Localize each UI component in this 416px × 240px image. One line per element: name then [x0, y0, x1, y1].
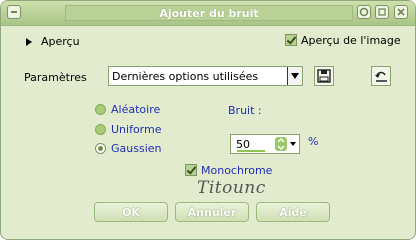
help-circle-icon — [359, 7, 369, 17]
preset-dropdown[interactable]: Dernières options utilisées — [108, 66, 303, 86]
radio-uniform-label: Uniforme — [111, 123, 162, 136]
radio-gaussian-label: Gaussien — [111, 142, 162, 155]
save-preset-button[interactable] — [314, 66, 334, 86]
image-preview-checkbox[interactable] — [285, 34, 297, 46]
monochrome-checkbox[interactable] — [185, 164, 197, 176]
floppy-disk-icon — [317, 69, 331, 83]
reset-arrow-icon — [375, 71, 387, 82]
dropdown-arrow-button[interactable] — [287, 67, 302, 85]
chevron-down-icon — [291, 73, 299, 79]
radio-gaussian[interactable] — [95, 143, 106, 154]
expand-arrow-icon[interactable] — [25, 37, 33, 47]
close-button[interactable] — [394, 5, 408, 19]
noise-slider-bar[interactable] — [237, 150, 265, 152]
cancel-button[interactable]: Annuler — [175, 202, 249, 222]
preview-label: Aperçu — [41, 35, 80, 48]
title-bar: Ajouter du bruit — [1, 1, 415, 26]
preset-value: Dernières options utilisées — [112, 70, 259, 83]
ok-button[interactable]: OK — [94, 202, 168, 222]
window-menu-icon — [11, 11, 17, 13]
image-preview-label: Aperçu de l'image — [301, 34, 401, 47]
window-menu-button[interactable] — [7, 5, 21, 19]
reset-button[interactable] — [371, 66, 391, 86]
radio-random[interactable] — [95, 104, 106, 115]
settings-label: Paramètres — [24, 71, 87, 84]
rollup-icon — [378, 8, 386, 16]
monochrome-label: Monochrome — [201, 164, 273, 177]
window-title: Ajouter du bruit — [65, 5, 353, 21]
radio-uniform[interactable] — [95, 124, 106, 135]
noise-unit: % — [308, 135, 319, 148]
help-title-button[interactable] — [357, 5, 371, 19]
noise-label: Bruit : — [228, 104, 262, 117]
radio-random-label: Aléatoire — [111, 103, 161, 116]
noise-spinbox[interactable]: 50 — [230, 134, 300, 154]
rollup-button[interactable] — [375, 5, 389, 19]
spin-arrows-icon[interactable] — [275, 137, 297, 151]
help-button[interactable]: Aide — [256, 202, 330, 222]
close-icon — [397, 8, 405, 16]
watermark-signature: Titounc — [197, 178, 266, 198]
add-noise-dialog: Ajouter du bruit Aperçu Aperçu de l'imag… — [0, 0, 416, 240]
